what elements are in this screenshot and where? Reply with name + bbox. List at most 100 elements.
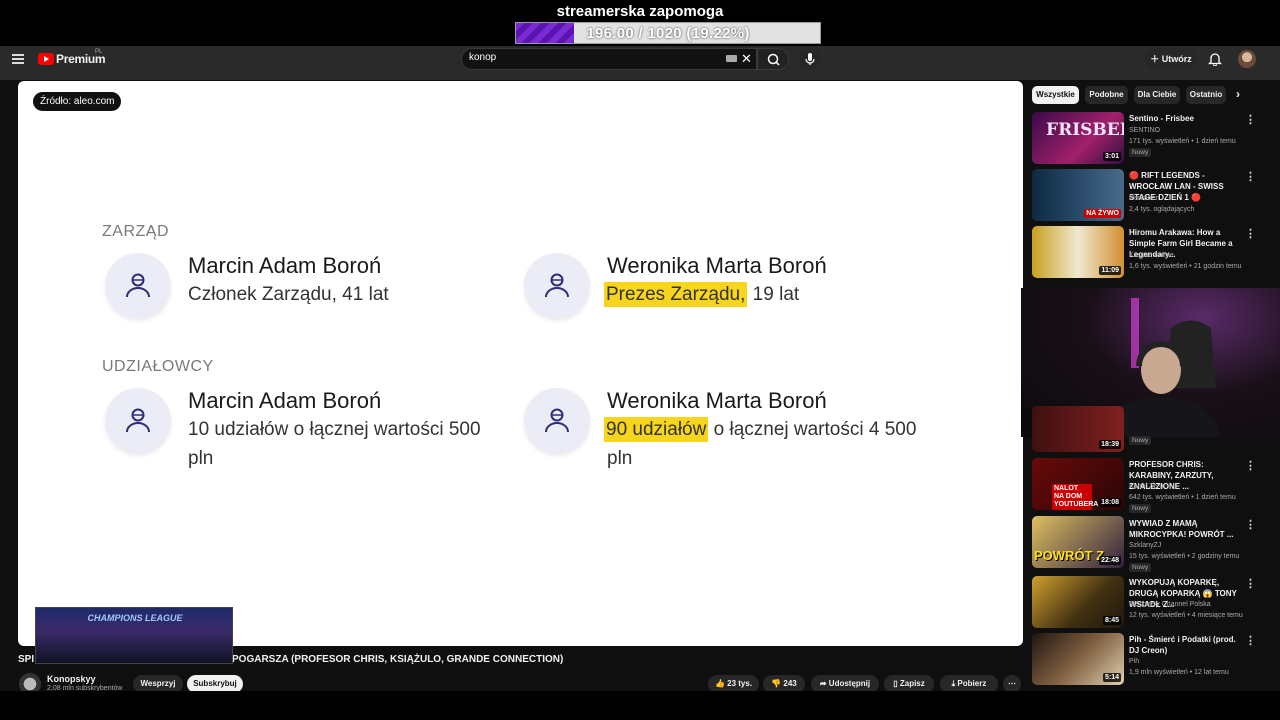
thumbnail-text: POWRÓT Z bbox=[1034, 548, 1105, 563]
video-channel[interactable]: Kanał Zero bbox=[1129, 481, 1163, 492]
more-options-icon[interactable]: ⋮ bbox=[1245, 170, 1256, 183]
donation-goal-text: 196.00 / 1020 (19.22%) bbox=[586, 25, 750, 42]
chip-related[interactable]: Podobne bbox=[1085, 86, 1128, 104]
video-thumbnail[interactable]: 11:09 bbox=[1032, 226, 1124, 278]
shareholder-shares: 10 udziałów o łącznej wartości 500 bbox=[188, 419, 481, 440]
search-box[interactable] bbox=[461, 48, 757, 70]
person-avatar bbox=[524, 388, 590, 454]
menu-icon[interactable] bbox=[12, 54, 24, 64]
video-duration: 18:39 bbox=[1099, 440, 1121, 449]
video-thumbnail[interactable]: POWRÓT Z 22:48 bbox=[1032, 516, 1124, 568]
person-icon bbox=[126, 273, 150, 298]
chip-for-you[interactable]: Dla Ciebie bbox=[1134, 86, 1180, 104]
account-avatar[interactable] bbox=[1238, 50, 1256, 68]
video-channel[interactable]: Pih bbox=[1129, 656, 1139, 667]
champions-league-overlay: CHAMPIONS LEAGUE bbox=[35, 607, 233, 664]
search-icon bbox=[767, 53, 780, 66]
video-thumbnail[interactable]: 5:14 bbox=[1032, 633, 1124, 685]
chip-all[interactable]: Wszystkie bbox=[1032, 86, 1079, 104]
video-channel[interactable]: Nervarien bbox=[1129, 193, 1159, 204]
chevron-right-icon[interactable]: › bbox=[1236, 87, 1240, 101]
video-title-right: POGARSZA (PROFESOR CHRIS, KSIĄŻULO, GRAN… bbox=[232, 654, 564, 665]
thumbs-up-icon: 👍 bbox=[714, 679, 728, 688]
video-channel[interactable]: SzklanyZJ bbox=[1129, 540, 1161, 551]
shareholder-shares-unit: pln bbox=[188, 448, 214, 469]
youtube-logo-icon[interactable] bbox=[38, 53, 54, 65]
share-icon: ➦ bbox=[819, 679, 829, 688]
person-name: Weronika Marta Boroń bbox=[607, 253, 827, 278]
udzialowcy-heading: UDZIAŁOWCY bbox=[102, 358, 214, 375]
video-thumbnail[interactable]: NALOT NA DOM YOUTUBERA 18:08 bbox=[1032, 458, 1124, 510]
donation-goal-title: streamerska zapomoga bbox=[556, 3, 724, 20]
plus-icon: ＋ bbox=[1150, 54, 1162, 64]
person-age: 19 lat bbox=[747, 284, 800, 305]
person-icon bbox=[545, 408, 569, 433]
person-role: Prezes Zarządu, 19 lat bbox=[604, 280, 799, 309]
shareholder-name: Weronika Marta Boroń bbox=[607, 388, 827, 413]
notifications-bell-icon[interactable] bbox=[1207, 51, 1223, 67]
highlighted-shares: 90 udziałów bbox=[604, 417, 709, 442]
download-label: Pobierz bbox=[957, 679, 987, 688]
create-label: Utwórz bbox=[1161, 54, 1192, 64]
voice-search-button[interactable] bbox=[799, 48, 821, 70]
more-options-icon[interactable]: ⋮ bbox=[1245, 459, 1256, 472]
video-title[interactable]: WYWIAD Z MAMĄ MIKROCYPKA! POWRÓT ... bbox=[1129, 518, 1241, 540]
logo-region: PL bbox=[95, 49, 103, 55]
create-button[interactable]: ＋ Utwórz bbox=[1145, 48, 1197, 70]
more-options-icon[interactable]: ⋮ bbox=[1245, 577, 1256, 590]
video-thumbnail[interactable]: NA ŻYWO bbox=[1032, 169, 1124, 221]
video-duration: 18:08 bbox=[1099, 498, 1121, 507]
video-title[interactable]: Sentino - Frisbee bbox=[1129, 113, 1241, 124]
new-badge: Nowy bbox=[1129, 563, 1152, 572]
shareholder-name: Marcin Adam Boroń bbox=[188, 388, 382, 413]
person-avatar bbox=[105, 388, 171, 454]
chip-recent[interactable]: Ostatnio bbox=[1186, 86, 1226, 104]
video-meta: 1,6 tys. wyświetleń • 21 godzin temu bbox=[1129, 263, 1242, 270]
person-avatar bbox=[105, 253, 171, 319]
video-meta: 1,9 mln wyświetleń • 12 lat temu bbox=[1129, 669, 1229, 676]
video-title-left: SPI bbox=[18, 654, 35, 665]
video-duration: 3:01 bbox=[1102, 152, 1121, 161]
video-meta: 15 tys. wyświetleń • 2 godziny temu bbox=[1129, 553, 1240, 560]
video-duration: 11:09 bbox=[1099, 266, 1121, 275]
person-role: Członek Zarządu, 41 lat bbox=[188, 284, 389, 305]
source-badge: Źródło: aleo.com bbox=[33, 92, 122, 111]
more-options-icon[interactable]: ⋮ bbox=[1245, 634, 1256, 647]
microphone-icon bbox=[805, 53, 815, 65]
video-channel[interactable]: SENTINO bbox=[1129, 125, 1160, 136]
keyboard-icon[interactable] bbox=[726, 55, 737, 62]
video-thumbnail[interactable]: 8:45 bbox=[1032, 576, 1124, 628]
zarzad-heading: ZARZĄD bbox=[102, 223, 169, 240]
video-channel[interactable]: Kitsune Anime bbox=[1129, 250, 1174, 261]
new-badge: Nowy bbox=[1129, 436, 1152, 445]
search-button[interactable] bbox=[757, 48, 789, 70]
person-name: Marcin Adam Boroń bbox=[188, 253, 382, 278]
like-count: 23 tys. bbox=[727, 679, 753, 688]
clear-search-icon[interactable]: ✕ bbox=[741, 51, 752, 67]
person-icon bbox=[126, 408, 150, 433]
video-title[interactable]: Pih - Śmierć i Podatki (prod. DJ Creon) bbox=[1129, 634, 1241, 656]
video-duration: 5:14 bbox=[1102, 673, 1121, 682]
video-meta: 171 tys. wyświetleń • 1 dzień temu bbox=[1129, 138, 1236, 145]
video-meta: 2,4 tys. oglądających bbox=[1129, 206, 1195, 213]
shares-value: o łącznej wartości 4 500 bbox=[708, 419, 917, 440]
video-thumbnail[interactable]: 18:39 bbox=[1032, 406, 1124, 452]
thumbs-down-icon: 👎 bbox=[771, 679, 784, 688]
save-label: Zapisz bbox=[899, 679, 925, 688]
channel-name[interactable]: Konopskyy bbox=[47, 674, 96, 684]
video-channel[interactable]: Discovery Channel Polska bbox=[1129, 599, 1211, 610]
search-input[interactable]: konop bbox=[469, 52, 496, 63]
donation-goal-bar: 196.00 / 1020 (19.22%) bbox=[515, 22, 821, 44]
video-duration: 22:48 bbox=[1099, 556, 1121, 565]
dislike-count: 243 bbox=[783, 679, 797, 688]
more-options-icon[interactable]: ⋮ bbox=[1245, 518, 1256, 531]
video-thumbnail[interactable]: FRISBEE 3:01 bbox=[1032, 112, 1124, 164]
person-icon bbox=[545, 273, 569, 298]
more-options-icon[interactable]: ⋮ bbox=[1245, 227, 1256, 240]
video-meta: 12 tys. wyświetleń • 4 miesiące temu bbox=[1129, 612, 1243, 619]
new-badge: Nowy bbox=[1129, 148, 1152, 157]
thumbnail-text: FRISBEE bbox=[1046, 120, 1124, 140]
person-avatar bbox=[524, 253, 590, 319]
more-options-icon[interactable]: ⋮ bbox=[1245, 113, 1256, 126]
thumbnail-text: NALOT NA DOM YOUTUBERA bbox=[1052, 484, 1099, 510]
